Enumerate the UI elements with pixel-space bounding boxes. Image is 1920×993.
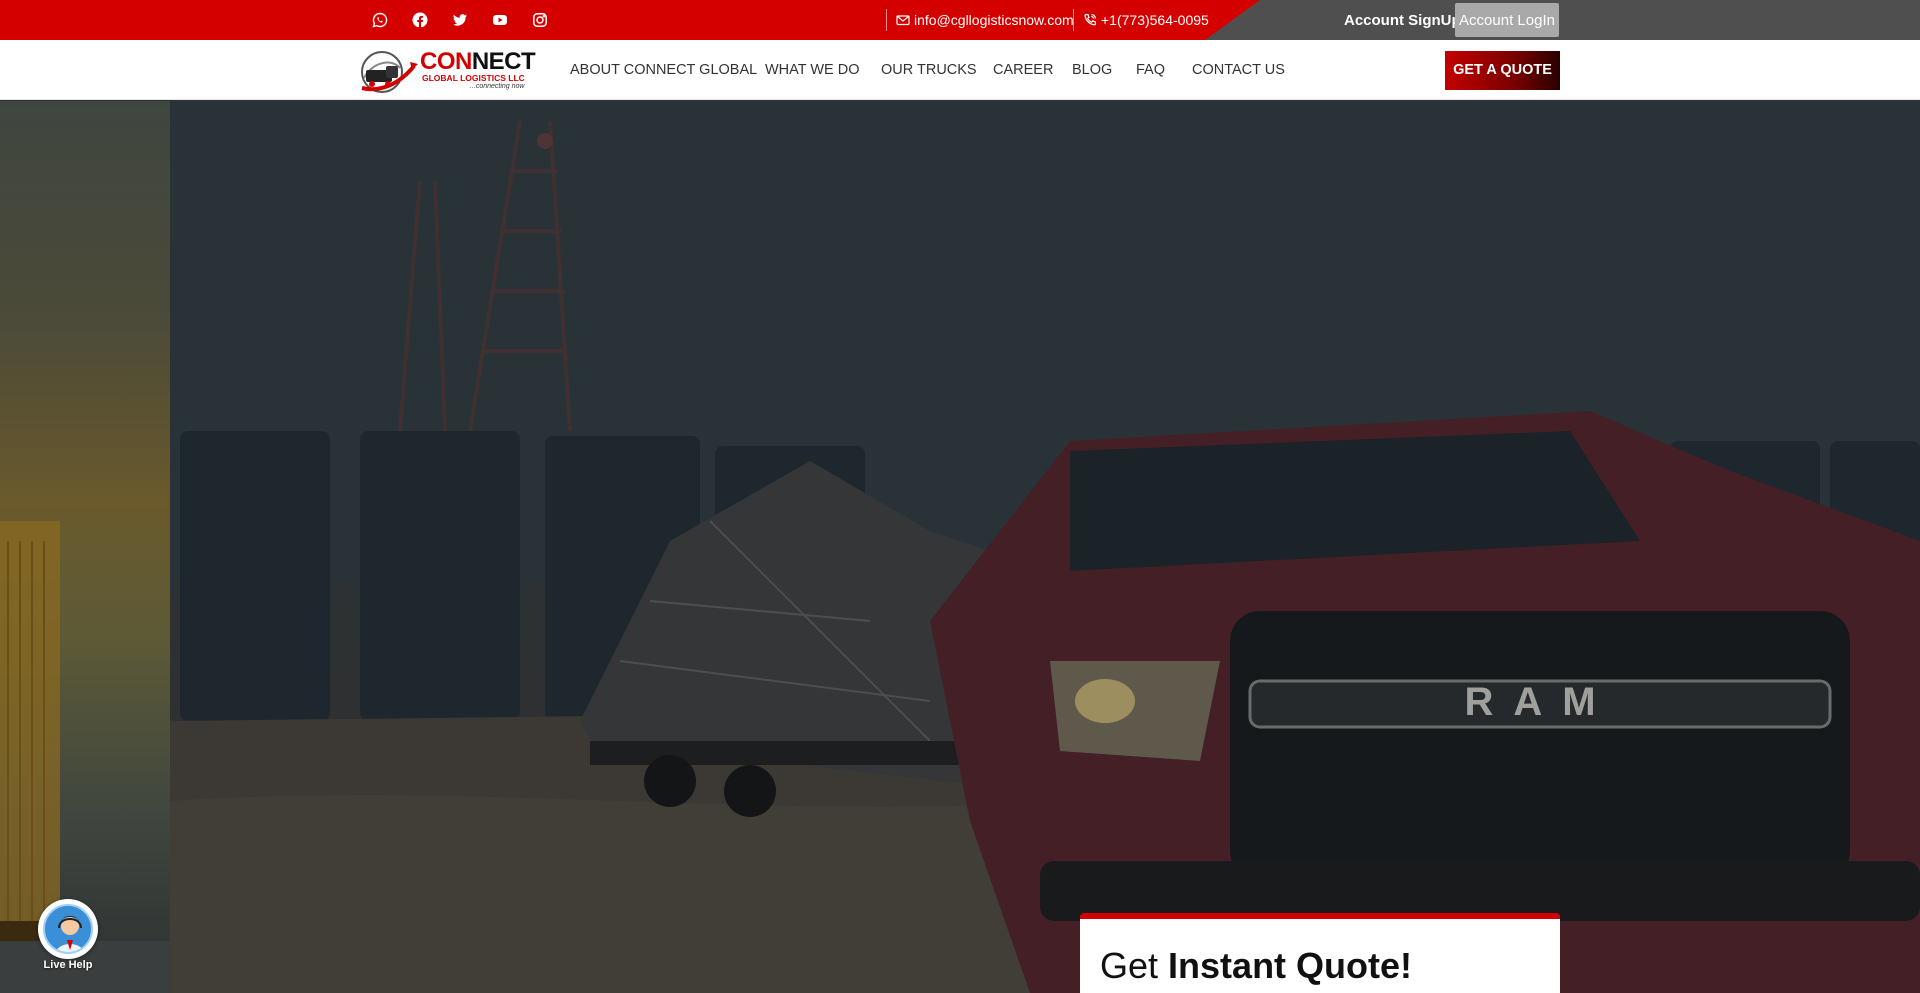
whatsapp-icon[interactable] xyxy=(370,10,390,30)
get-a-quote-button[interactable]: GET A QUOTE xyxy=(1445,51,1560,90)
nav-our-trucks[interactable]: OUR TRUCKS xyxy=(881,40,977,100)
phone-contact[interactable]: +1(773)564-0095 xyxy=(1073,0,1209,40)
logo-tagline: ...connecting now xyxy=(470,83,525,90)
logo-wordmark: CONNECT xyxy=(420,48,536,75)
phone-text: +1(773)564-0095 xyxy=(1101,12,1209,28)
nav-about[interactable]: ABOUT CONNECT GLOBAL xyxy=(570,40,757,100)
envelope-icon xyxy=(896,15,910,26)
facebook-icon[interactable] xyxy=(410,10,430,30)
nav-what-we-do[interactable]: WHAT WE DO xyxy=(765,40,860,100)
quote-card-title: Get Instant Quote! xyxy=(1100,945,1413,986)
contact-separator xyxy=(1073,9,1074,31)
youtube-icon[interactable] xyxy=(490,10,510,30)
nav-faq[interactable]: FAQ xyxy=(1136,40,1165,100)
nav-blog[interactable]: BLOG xyxy=(1072,40,1112,100)
phone-icon xyxy=(1084,13,1097,26)
instant-quote-card: Get Instant Quote! xyxy=(1080,913,1560,993)
support-agent-icon xyxy=(43,904,93,954)
email-text: info@cgllogisticsnow.com xyxy=(914,12,1074,28)
account-signup-link[interactable]: Account SignUp xyxy=(1344,0,1461,40)
nav-contact-us[interactable]: CONTACT US xyxy=(1192,40,1285,100)
account-login-button[interactable]: Account LogIn xyxy=(1455,3,1559,37)
live-help-label: Live Help xyxy=(43,959,93,971)
logo-subtitle: GLOBAL LOGISTICS LLC xyxy=(422,73,525,83)
nav-career[interactable]: CAREER xyxy=(993,40,1053,100)
live-help-button[interactable] xyxy=(38,899,98,959)
email-contact[interactable]: info@cgllogisticsnow.com xyxy=(886,0,1074,40)
hero-dark-overlay xyxy=(170,101,1920,993)
contact-separator xyxy=(886,9,887,31)
hero-side-slide-image xyxy=(0,101,170,993)
top-bar-account-area xyxy=(1205,0,1920,40)
company-logo[interactable]: CONNECT GLOBAL LOGISTICS LLC ...connecti… xyxy=(358,48,536,94)
twitter-icon[interactable] xyxy=(450,10,470,30)
instagram-icon[interactable] xyxy=(530,10,550,30)
